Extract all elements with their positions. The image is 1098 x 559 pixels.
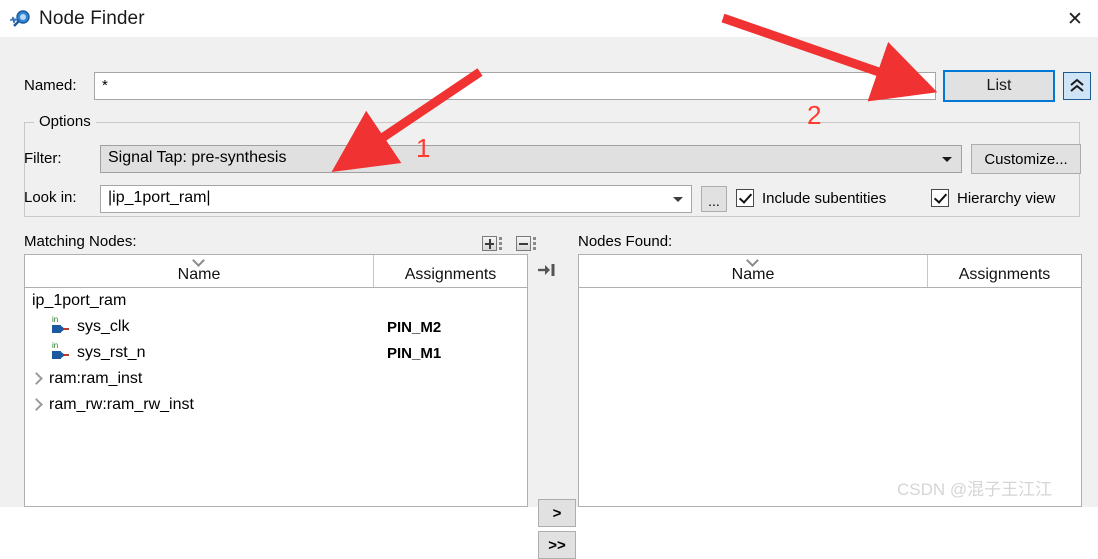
- table-row[interactable]: ip_1port_ram: [25, 288, 527, 314]
- table-row[interactable]: ram:ram_inst: [25, 366, 527, 392]
- node-label: ram_rw:ram_rw_inst: [49, 396, 194, 413]
- node-finder-dialog: Node Finder ✕ Named: * List Options Filt…: [0, 0, 1098, 559]
- collapse-panel-button[interactable]: [1063, 72, 1091, 100]
- column-header-assignments[interactable]: Assignments: [374, 255, 527, 287]
- node-assignment: PIN_M2: [387, 318, 442, 336]
- table-row[interactable]: in sys_rst_n PIN_M1: [25, 340, 527, 366]
- tree-node[interactable]: ram:ram_inst: [31, 370, 142, 388]
- named-label: Named:: [24, 77, 77, 94]
- tree-node[interactable]: ip_1port_ram: [32, 292, 126, 310]
- window-title: Node Finder: [39, 7, 145, 29]
- table-row[interactable]: ram_rw:ram_rw_inst: [25, 392, 527, 418]
- table-row[interactable]: in sys_clk PIN_M2: [25, 314, 527, 340]
- node-assignment: PIN_M1: [387, 344, 442, 362]
- dialog-body: Named: * List Options Filter: Signal Tap…: [0, 37, 1098, 559]
- collapse-all-icon[interactable]: [516, 236, 536, 251]
- sort-chevron-icon: [193, 256, 205, 264]
- annotation-number-1: 1: [416, 133, 431, 163]
- input-pin-icon: in: [51, 342, 71, 362]
- column-header-name[interactable]: Name: [579, 255, 928, 287]
- chevron-down-icon[interactable]: [673, 197, 683, 202]
- close-icon[interactable]: ✕: [1052, 0, 1098, 37]
- node-label: sys_rst_n: [77, 344, 146, 361]
- node-label: ram:ram_inst: [49, 370, 143, 387]
- chevron-down-icon[interactable]: [916, 82, 928, 88]
- options-legend: Options: [34, 113, 96, 130]
- look-in-input[interactable]: |ip_1port_ram|: [100, 185, 692, 213]
- filter-value: Signal Tap: pre-synthesis: [108, 149, 287, 166]
- input-pin-icon: in: [51, 316, 71, 336]
- chevron-down-icon[interactable]: [942, 157, 952, 162]
- tree-tools: [482, 236, 536, 251]
- node-label: sys_clk: [77, 318, 130, 335]
- annotation-number-2: 2: [807, 100, 822, 130]
- tree-node[interactable]: in sys_clk: [51, 316, 130, 336]
- matching-nodes-tree: ip_1port_ram in sys_clk PIN_M2 in sys_rs…: [25, 288, 527, 418]
- add-all-nodes-button[interactable]: >>: [538, 531, 576, 559]
- include-subentities-label: Include subentities: [762, 189, 887, 207]
- expand-all-icon[interactable]: [482, 236, 502, 251]
- filter-select[interactable]: Signal Tap: pre-synthesis: [100, 145, 962, 173]
- matching-nodes-table[interactable]: Name Assignments ip_1port_ram in sys_clk…: [24, 254, 528, 507]
- nodes-found-header: Name Assignments: [579, 255, 1081, 288]
- named-row: Named: * List: [0, 70, 1098, 102]
- filter-label: Filter:: [24, 150, 62, 167]
- move-to-found-icon[interactable]: [534, 259, 558, 281]
- column-header-assignments[interactable]: Assignments: [928, 255, 1081, 287]
- add-node-button[interactable]: >: [538, 499, 576, 527]
- matching-nodes-header: Name Assignments: [25, 255, 527, 288]
- look-in-label: Look in:: [24, 189, 77, 206]
- nodes-found-label: Nodes Found:: [578, 233, 673, 250]
- sort-chevron-icon: [747, 256, 759, 264]
- checkbox-icon[interactable]: [931, 189, 949, 207]
- column-header-name[interactable]: Name: [25, 255, 374, 287]
- tree-node[interactable]: in sys_rst_n: [51, 342, 146, 362]
- watermark: CSDN @混子王江江: [897, 480, 1053, 499]
- look-in-value: |ip_1port_ram|: [108, 189, 211, 206]
- tree-node[interactable]: ram_rw:ram_rw_inst: [31, 396, 194, 414]
- matching-nodes-label: Matching Nodes:: [24, 233, 137, 250]
- named-value: *: [102, 77, 108, 94]
- hierarchy-view-checkbox[interactable]: Hierarchy view: [931, 189, 1055, 207]
- named-input[interactable]: *: [94, 72, 936, 100]
- chevron-right-icon[interactable]: [31, 373, 43, 385]
- node-finder-icon: [9, 8, 33, 30]
- browse-button[interactable]: ...: [701, 186, 727, 212]
- customize-button[interactable]: Customize...: [971, 144, 1081, 174]
- checkbox-icon[interactable]: [736, 189, 754, 207]
- title-bar: Node Finder ✕: [0, 0, 1098, 37]
- node-label: ip_1port_ram: [32, 292, 127, 309]
- hierarchy-view-label: Hierarchy view: [957, 189, 1056, 207]
- list-button[interactable]: List: [943, 70, 1055, 102]
- chevron-right-icon[interactable]: [31, 399, 43, 411]
- include-subentities-checkbox[interactable]: Include subentities: [736, 189, 886, 207]
- nodes-found-table[interactable]: Name Assignments: [578, 254, 1082, 507]
